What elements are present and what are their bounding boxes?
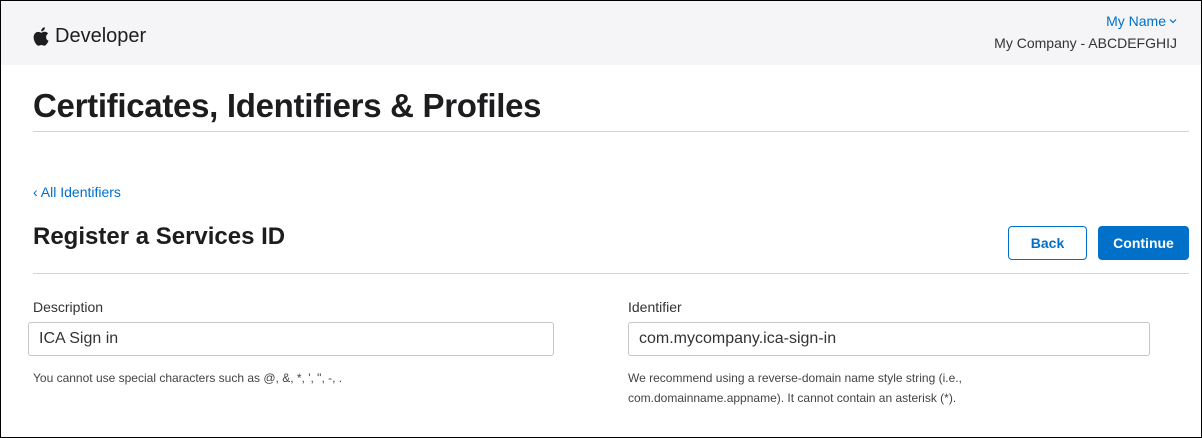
identifier-label: Identifier xyxy=(628,299,682,315)
account-name: My Name xyxy=(1106,13,1166,29)
apple-logo-icon xyxy=(33,26,49,46)
description-hint: You cannot use special characters such a… xyxy=(33,371,343,385)
divider xyxy=(33,273,1189,274)
app-frame: Developer My Name My Company - ABCDEFGHI… xyxy=(0,0,1202,438)
top-bar: Developer My Name My Company - ABCDEFGHI… xyxy=(1,1,1201,65)
description-input[interactable] xyxy=(28,322,554,356)
divider xyxy=(33,131,1189,132)
brand-label: Developer xyxy=(55,25,147,47)
developer-home-link[interactable]: Developer xyxy=(33,25,146,47)
description-label: Description xyxy=(33,299,104,315)
chevron-down-icon xyxy=(1169,19,1177,24)
all-identifiers-link[interactable]: ‹ All Identifiers xyxy=(33,184,121,200)
section-title: Register a Services ID xyxy=(33,223,286,250)
continue-button[interactable]: Continue xyxy=(1098,226,1189,260)
account-menu[interactable]: My Name My Company - ABCDEFGHIJ xyxy=(994,13,1177,51)
identifier-input[interactable] xyxy=(628,322,1150,356)
identifier-hint-line: com.domainname.appname). It cannot conta… xyxy=(628,391,957,405)
page-title: Certificates, Identifiers & Profiles xyxy=(33,87,542,124)
account-team: My Company - ABCDEFGHIJ xyxy=(994,35,1177,51)
identifier-hint-line: We recommend using a reverse-domain name… xyxy=(628,371,962,385)
account-name-button[interactable]: My Name xyxy=(1106,13,1177,29)
back-button[interactable]: Back xyxy=(1008,226,1087,260)
identifier-hint: We recommend using a reverse-domain name… xyxy=(628,368,962,408)
